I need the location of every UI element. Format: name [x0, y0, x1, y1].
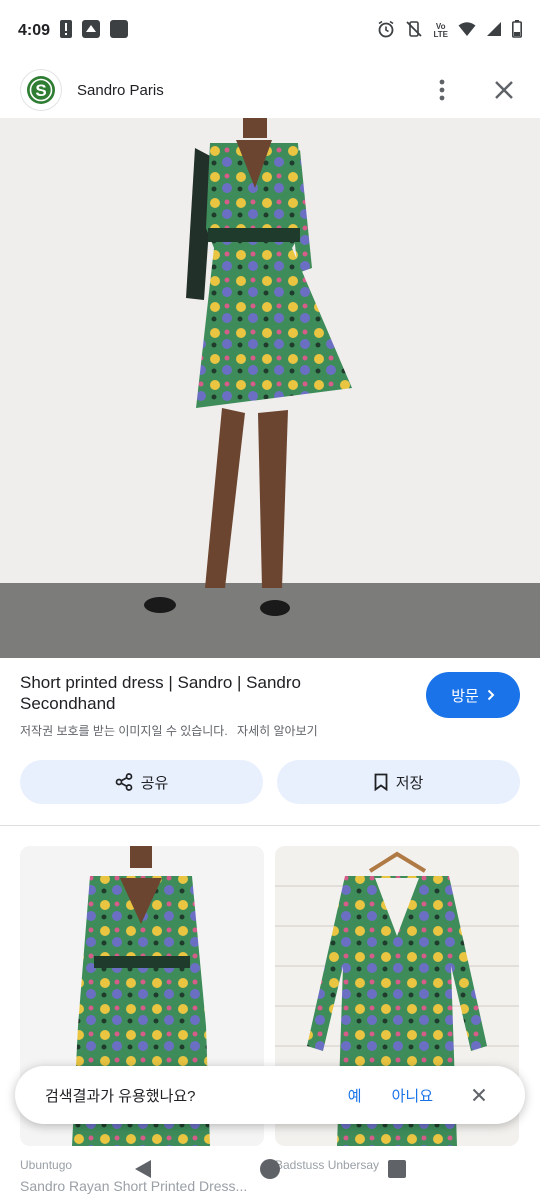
result-title[interactable]: Short printed dress | Sandro | Sandro Se…	[20, 672, 400, 714]
share-button[interactable]: 공유	[20, 760, 263, 804]
sandro-logo-icon: S	[27, 76, 55, 104]
app-notification-icon-2	[110, 19, 129, 43]
save-label: 저장	[395, 774, 424, 792]
alarm-icon	[377, 20, 395, 43]
visit-label: 방문	[451, 687, 479, 705]
more-vert-icon	[439, 79, 445, 101]
close-icon	[472, 1088, 486, 1102]
feedback-question: 검색결과가 유용했나요?	[45, 1087, 196, 1105]
save-button[interactable]: 저장	[277, 760, 520, 804]
recents-square-icon	[387, 1160, 406, 1178]
home-button[interactable]	[254, 1153, 286, 1185]
chevron-right-icon	[487, 689, 495, 701]
close-button[interactable]	[488, 74, 520, 106]
status-time: 4:09	[18, 22, 51, 39]
feedback-yes-button[interactable]: 예	[348, 1085, 362, 1106]
app-bar: S Sandro Paris	[0, 62, 540, 118]
related-results: Ubuntugo Sandro Rayan Short Printed Dres…	[20, 846, 520, 1200]
status-bar: 4:09 Vo LTE	[0, 0, 540, 62]
feedback-no-button[interactable]: 아니요	[392, 1085, 433, 1106]
feedback-snackbar: 검색결과가 유용했나요? 예 아니요	[15, 1066, 525, 1124]
back-triangle-icon	[135, 1160, 152, 1178]
copyright-note: 저작권 보호를 받는 이미지일 수 있습니다.	[20, 724, 228, 738]
share-icon	[115, 773, 133, 791]
result-info: Short printed dress | Sandro | Sandro Se…	[20, 672, 520, 739]
volte-icon: Vo LTE	[433, 22, 448, 39]
signal-icon	[486, 21, 502, 42]
more-options-button[interactable]	[426, 74, 458, 106]
dress-photo	[0, 118, 540, 658]
divider	[0, 825, 540, 826]
alert-notification-icon	[60, 19, 73, 43]
battery-icon	[512, 19, 522, 43]
back-button[interactable]	[127, 1153, 159, 1185]
home-circle-icon	[259, 1159, 280, 1179]
vibrate-mute-icon	[405, 20, 423, 43]
learn-more-link[interactable]: 자세히 알아보기	[237, 724, 318, 738]
close-icon	[495, 81, 513, 99]
copyright-row: 저작권 보호를 받는 이미지일 수 있습니다. 자세히 알아보기	[20, 722, 520, 739]
main-image[interactable]	[0, 118, 540, 658]
bookmark-icon	[374, 773, 388, 791]
action-row: 공유 저장	[20, 760, 520, 804]
wifi-icon	[458, 21, 476, 42]
visit-button[interactable]: 방문	[426, 672, 520, 718]
site-logo[interactable]: S	[20, 69, 62, 111]
system-nav-bar	[0, 1148, 540, 1190]
feedback-close-button[interactable]	[463, 1079, 495, 1111]
logo-letter: S	[35, 81, 46, 100]
share-label: 공유	[140, 774, 169, 792]
recents-button[interactable]	[381, 1153, 413, 1185]
app-notification-icon	[82, 19, 101, 43]
site-name[interactable]: Sandro Paris	[77, 82, 164, 99]
